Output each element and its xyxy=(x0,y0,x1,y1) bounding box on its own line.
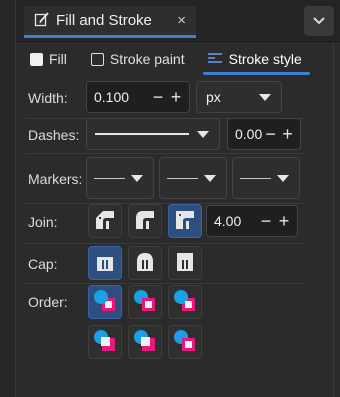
end-marker-select[interactable] xyxy=(232,157,300,199)
tab-stroke-paint-label: Stroke paint xyxy=(109,51,185,67)
dashes-label: Dashes: xyxy=(28,127,80,143)
separator xyxy=(26,203,306,204)
order-stroke-markers-fill-button[interactable] xyxy=(128,325,162,359)
miter-limit-spinbox[interactable]: 4.00 − + xyxy=(206,205,298,237)
chevron-down-icon xyxy=(277,174,289,182)
dash-pattern-select[interactable] xyxy=(86,118,220,150)
fill-stroke-subtabs: Fill Stroke paint Stroke style xyxy=(16,44,334,75)
chevron-down-icon xyxy=(259,93,271,101)
fill-swatch-icon xyxy=(30,52,43,66)
tab-fill-label: Fill xyxy=(49,51,67,67)
join-miter-icon xyxy=(174,209,196,234)
chevron-down-icon xyxy=(197,130,209,138)
stroke-style-icon xyxy=(207,51,223,68)
close-icon[interactable]: × xyxy=(177,12,186,29)
start-marker-line xyxy=(94,177,125,179)
cap-round-button[interactable] xyxy=(128,246,162,280)
paint-order-icon xyxy=(173,289,197,316)
separator xyxy=(26,153,306,154)
stroke-paint-swatch-icon xyxy=(90,52,104,66)
join-miter-button[interactable] xyxy=(168,204,202,238)
tab-stroke-style-label: Stroke style xyxy=(228,51,302,67)
separator xyxy=(26,283,306,284)
dash-pattern-solid-line xyxy=(95,133,189,135)
tab-stroke-paint[interactable]: Stroke paint xyxy=(83,45,193,73)
cap-butt-icon xyxy=(95,251,115,276)
width-increment-button[interactable]: + xyxy=(167,88,185,106)
separator xyxy=(26,243,306,244)
tab-fill[interactable]: Fill xyxy=(22,45,75,73)
paint-order-icon xyxy=(173,329,197,356)
markers-label: Markers: xyxy=(28,171,83,187)
join-round-icon xyxy=(134,209,156,234)
dash-offset-spinbox[interactable]: 0.00 − + xyxy=(227,118,301,150)
cap-round-icon xyxy=(135,251,155,276)
order-fill-markers-stroke-button[interactable] xyxy=(168,285,202,319)
dash-offset-increment-button[interactable]: + xyxy=(279,125,296,143)
width-decrement-button[interactable]: − xyxy=(149,88,167,106)
fill-stroke-icon xyxy=(34,11,50,30)
dock-menu-button[interactable] xyxy=(304,6,334,36)
cap-label: Cap: xyxy=(28,256,58,272)
tab-fill-and-stroke[interactable]: Fill and Stroke × xyxy=(24,6,196,38)
dash-offset-value: 0.00 xyxy=(235,126,263,142)
width-unit-value: px xyxy=(206,89,221,105)
order-stroke-fill-markers-button[interactable] xyxy=(128,285,162,319)
miter-limit-increment-button[interactable]: + xyxy=(275,212,293,230)
order-fill-stroke-markers-button[interactable] xyxy=(88,285,122,319)
dock-left-strip xyxy=(0,0,16,397)
paint-order-icon xyxy=(133,289,157,316)
join-bevel-icon xyxy=(94,209,116,234)
mid-marker-line xyxy=(167,177,198,179)
dock-tab-bar: Fill and Stroke × xyxy=(16,0,340,42)
paint-order-icon xyxy=(93,289,117,316)
start-marker-select[interactable] xyxy=(86,157,154,199)
cap-square-icon xyxy=(175,251,195,276)
cap-square-button[interactable] xyxy=(168,246,202,280)
cap-butt-button[interactable] xyxy=(88,246,122,280)
mid-marker-select[interactable] xyxy=(159,157,227,199)
width-unit-select[interactable]: px xyxy=(196,81,282,113)
tab-stroke-style[interactable]: Stroke style xyxy=(199,45,310,75)
width-spinbox[interactable]: 0.100 − + xyxy=(86,81,190,113)
order-label: Order: xyxy=(28,294,68,310)
dash-offset-decrement-button[interactable]: − xyxy=(262,125,279,143)
paint-order-icon xyxy=(93,329,117,356)
end-marker-line xyxy=(240,177,271,179)
chevron-down-icon xyxy=(204,174,216,182)
width-value: 0.100 xyxy=(94,89,130,105)
join-round-button[interactable] xyxy=(128,204,162,238)
tab-title: Fill and Stroke xyxy=(56,12,152,29)
miter-limit-value: 4.00 xyxy=(214,213,242,229)
chevron-down-icon xyxy=(312,13,326,29)
width-label: Width: xyxy=(28,90,68,106)
paint-order-icon xyxy=(133,329,157,356)
order-markers-fill-stroke-button[interactable] xyxy=(88,325,122,359)
join-bevel-button[interactable] xyxy=(88,204,122,238)
join-label: Join: xyxy=(28,214,58,230)
miter-limit-decrement-button[interactable]: − xyxy=(257,212,275,230)
chevron-down-icon xyxy=(131,174,143,182)
order-markers-stroke-fill-button[interactable] xyxy=(168,325,202,359)
